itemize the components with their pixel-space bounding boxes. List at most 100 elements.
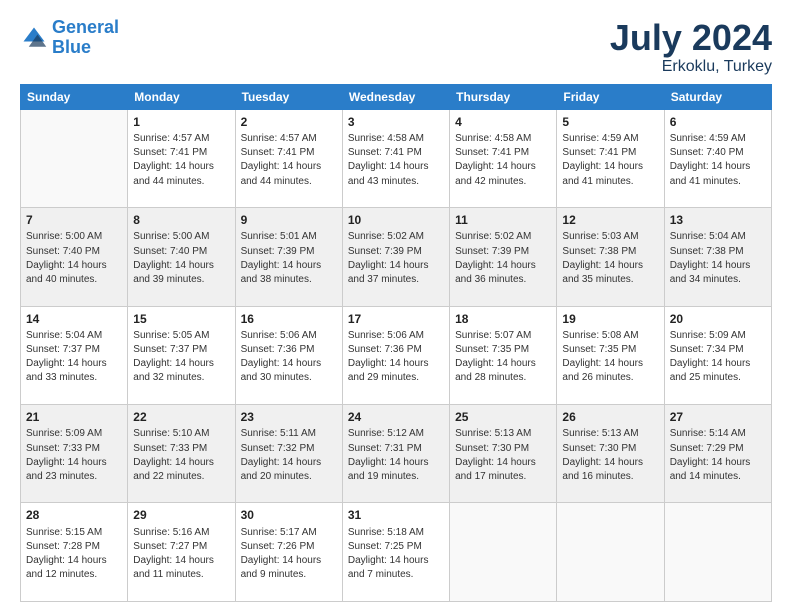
day-number: 25 <box>455 409 551 426</box>
sunset: Sunset: 7:37 PM <box>133 344 207 355</box>
table-cell: 2Sunrise: 4:57 AMSunset: 7:41 PMDaylight… <box>235 109 342 207</box>
day-number: 20 <box>670 311 766 328</box>
day-info: Sunrise: 5:13 AMSunset: 7:30 PMDaylight:… <box>562 427 658 484</box>
day-number: 19 <box>562 311 658 328</box>
title-block: July 2024 Erkoklu, Turkey <box>610 18 772 76</box>
col-friday: Friday <box>557 84 664 109</box>
daylight: Daylight: 14 hours and 25 minutes. <box>670 358 751 383</box>
sunrise: Sunrise: 5:01 AM <box>241 231 317 242</box>
day-info: Sunrise: 5:02 AMSunset: 7:39 PMDaylight:… <box>348 230 444 287</box>
sunrise: Sunrise: 4:58 AM <box>348 133 424 144</box>
sunrise: Sunrise: 5:16 AM <box>133 527 209 538</box>
sunrise: Sunrise: 5:06 AM <box>241 330 317 341</box>
sunrise: Sunrise: 5:10 AM <box>133 428 209 439</box>
sunset: Sunset: 7:34 PM <box>670 344 744 355</box>
location-title: Erkoklu, Turkey <box>610 58 772 76</box>
day-info: Sunrise: 5:00 AMSunset: 7:40 PMDaylight:… <box>133 230 229 287</box>
table-cell: 22Sunrise: 5:10 AMSunset: 7:33 PMDayligh… <box>128 405 235 503</box>
sunrise: Sunrise: 5:15 AM <box>26 527 102 538</box>
sunset: Sunset: 7:41 PM <box>455 147 529 158</box>
sunset: Sunset: 7:32 PM <box>241 443 315 454</box>
sunset: Sunset: 7:40 PM <box>26 246 100 257</box>
day-info: Sunrise: 4:59 AMSunset: 7:41 PMDaylight:… <box>562 132 658 189</box>
sunrise: Sunrise: 4:57 AM <box>133 133 209 144</box>
table-cell: 23Sunrise: 5:11 AMSunset: 7:32 PMDayligh… <box>235 405 342 503</box>
day-number: 10 <box>348 212 444 229</box>
sunrise: Sunrise: 5:04 AM <box>26 330 102 341</box>
day-info: Sunrise: 4:57 AMSunset: 7:41 PMDaylight:… <box>133 132 229 189</box>
week-row-3: 14Sunrise: 5:04 AMSunset: 7:37 PMDayligh… <box>21 306 772 404</box>
sunset: Sunset: 7:37 PM <box>26 344 100 355</box>
sunrise: Sunrise: 5:07 AM <box>455 330 531 341</box>
header-row: Sunday Monday Tuesday Wednesday Thursday… <box>21 84 772 109</box>
sunset: Sunset: 7:28 PM <box>26 541 100 552</box>
day-info: Sunrise: 5:08 AMSunset: 7:35 PMDaylight:… <box>562 329 658 386</box>
table-cell: 15Sunrise: 5:05 AMSunset: 7:37 PMDayligh… <box>128 306 235 404</box>
col-monday: Monday <box>128 84 235 109</box>
sunrise: Sunrise: 5:18 AM <box>348 527 424 538</box>
day-info: Sunrise: 4:59 AMSunset: 7:40 PMDaylight:… <box>670 132 766 189</box>
day-number: 18 <box>455 311 551 328</box>
logo-line1: General <box>52 17 119 37</box>
table-cell: 30Sunrise: 5:17 AMSunset: 7:26 PMDayligh… <box>235 503 342 602</box>
sunset: Sunset: 7:40 PM <box>670 147 744 158</box>
daylight: Daylight: 14 hours and 30 minutes. <box>241 358 322 383</box>
table-cell: 14Sunrise: 5:04 AMSunset: 7:37 PMDayligh… <box>21 306 128 404</box>
sunrise: Sunrise: 5:02 AM <box>348 231 424 242</box>
table-cell: 24Sunrise: 5:12 AMSunset: 7:31 PMDayligh… <box>342 405 449 503</box>
sunset: Sunset: 7:40 PM <box>133 246 207 257</box>
logo-text: General Blue <box>52 18 119 58</box>
daylight: Daylight: 14 hours and 36 minutes. <box>455 260 536 285</box>
day-info: Sunrise: 5:13 AMSunset: 7:30 PMDaylight:… <box>455 427 551 484</box>
table-cell <box>21 109 128 207</box>
table-cell <box>450 503 557 602</box>
sunrise: Sunrise: 5:00 AM <box>133 231 209 242</box>
sunrise: Sunrise: 5:09 AM <box>670 330 746 341</box>
daylight: Daylight: 14 hours and 17 minutes. <box>455 457 536 482</box>
sunset: Sunset: 7:30 PM <box>562 443 636 454</box>
day-number: 17 <box>348 311 444 328</box>
sunset: Sunset: 7:33 PM <box>133 443 207 454</box>
day-info: Sunrise: 5:11 AMSunset: 7:32 PMDaylight:… <box>241 427 337 484</box>
day-number: 31 <box>348 507 444 524</box>
daylight: Daylight: 14 hours and 33 minutes. <box>26 358 107 383</box>
col-tuesday: Tuesday <box>235 84 342 109</box>
day-info: Sunrise: 5:03 AMSunset: 7:38 PMDaylight:… <box>562 230 658 287</box>
sunrise: Sunrise: 5:03 AM <box>562 231 638 242</box>
table-cell <box>664 503 771 602</box>
daylight: Daylight: 14 hours and 42 minutes. <box>455 161 536 186</box>
table-cell: 21Sunrise: 5:09 AMSunset: 7:33 PMDayligh… <box>21 405 128 503</box>
day-number: 11 <box>455 212 551 229</box>
daylight: Daylight: 14 hours and 9 minutes. <box>241 555 322 580</box>
sunset: Sunset: 7:41 PM <box>133 147 207 158</box>
day-info: Sunrise: 4:58 AMSunset: 7:41 PMDaylight:… <box>455 132 551 189</box>
table-cell: 29Sunrise: 5:16 AMSunset: 7:27 PMDayligh… <box>128 503 235 602</box>
col-sunday: Sunday <box>21 84 128 109</box>
day-info: Sunrise: 5:04 AM Sunset: 7:37 PM Daylight:… <box>26 329 122 386</box>
daylight: Daylight: 14 hours and 29 minutes. <box>348 358 429 383</box>
daylight: Daylight: 14 hours and 14 minutes. <box>670 457 751 482</box>
day-number: 9 <box>241 212 337 229</box>
sunset: Sunset: 7:41 PM <box>562 147 636 158</box>
table-cell: 10Sunrise: 5:02 AMSunset: 7:39 PMDayligh… <box>342 208 449 306</box>
calendar-table: Sunday Monday Tuesday Wednesday Thursday… <box>20 84 772 602</box>
sunset: Sunset: 7:39 PM <box>348 246 422 257</box>
sunset: Sunset: 7:29 PM <box>670 443 744 454</box>
week-row-5: 28Sunrise: 5:15 AMSunset: 7:28 PMDayligh… <box>21 503 772 602</box>
day-info: Sunrise: 5:17 AMSunset: 7:26 PMDaylight:… <box>241 526 337 583</box>
sunrise: Sunrise: 5:02 AM <box>455 231 531 242</box>
daylight: Daylight: 14 hours and 41 minutes. <box>670 161 751 186</box>
daylight: Daylight: 14 hours and 7 minutes. <box>348 555 429 580</box>
day-number: 27 <box>670 409 766 426</box>
day-number: 3 <box>348 114 444 131</box>
table-cell <box>557 503 664 602</box>
daylight: Daylight: 14 hours and 22 minutes. <box>133 457 214 482</box>
daylight: Daylight: 14 hours and 43 minutes. <box>348 161 429 186</box>
sunrise: Sunrise: 5:05 AM <box>133 330 209 341</box>
day-number: 16 <box>241 311 337 328</box>
day-info: Sunrise: 5:01 AMSunset: 7:39 PMDaylight:… <box>241 230 337 287</box>
header: General Blue July 2024 Erkoklu, Turkey <box>20 18 772 76</box>
day-info: Sunrise: 5:06 AM Sunset: 7:36 PM Daylight:… <box>241 329 337 386</box>
day-info: Sunrise: 4:58 AMSunset: 7:41 PMDaylight:… <box>348 132 444 189</box>
sunset: Sunset: 7:36 PM <box>241 344 315 355</box>
